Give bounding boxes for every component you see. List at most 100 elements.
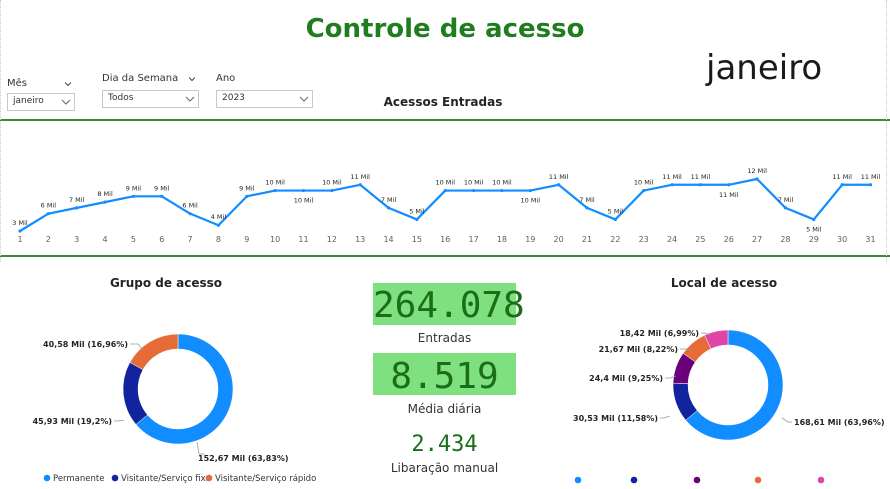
line-point-day-8 [216,223,221,227]
line-point-day-29 [812,217,816,222]
line-data-label-day-16: 10 Mil [435,179,455,187]
x-tick-label-17: 17 [469,235,479,244]
line-point-day-17 [472,188,476,193]
donut-chart-grupo-de-acesso: 152,67 Mil (63,83%) 45,93 Mil (19,2%) 40,5… [33,333,316,484]
x-tick-label-23: 23 [639,235,649,244]
line-data-label-day-4: 8 Mil [97,190,113,198]
line-point-day-22 [613,217,617,222]
line-data-label-day-12: 10 Mil [322,179,342,187]
line-data-label-day-2: 6 Mil [41,202,57,210]
line-point-day-21 [585,206,589,210]
x-tick-label-8: 8 [216,235,221,244]
x-tick-label-6: 6 [159,235,164,244]
x-tick-label-1: 1 [17,235,22,244]
line-point-day-1 [18,229,22,233]
line-data-label-day-5: 9 Mil [126,184,142,192]
section-divider-top [0,119,890,121]
filter-mes-label: Mês [7,78,27,89]
line-data-label-day-31: 11 Mil [861,173,881,181]
line-data-label-day-10: 10 Mil [265,179,285,187]
kpi-liberacao-value: 2.434 [411,432,478,457]
line-point-day-2 [46,212,50,216]
legend-label-1: Visitante/Serviço fixo [121,474,211,484]
kpi-entradas-value: 264.078 [373,285,525,326]
line-data-label-day-8: 4 Mil [211,213,227,221]
x-tick-label-27: 27 [752,235,762,244]
line-data-label-day-17: 10 Mil [464,179,484,187]
line-point-day-18 [500,188,504,193]
line-point-day-15 [415,217,419,222]
donut-leader-line-1 [660,415,671,419]
x-tick-label-24: 24 [667,235,677,244]
x-tick-label-21: 21 [582,235,592,244]
kpi-liberacao-caption: Libaração manual [390,461,499,475]
line-point-day-7 [188,212,192,216]
x-tick-label-12: 12 [327,235,337,244]
line-chart-acessos-entradas: 3 Mil 1 6 Mil 2 7 Mil 3 8 Mil 4 9 Mil 5 9 Mil 6 6 Mi… [12,167,881,244]
line-point-day-26 [727,183,731,187]
donut-slice-1 [122,362,148,425]
x-tick-label-18: 18 [497,235,507,244]
donut-data-label-1: 30,53 Mil (11,58%) [573,414,658,423]
line-point-day-30 [840,183,844,187]
chevron-down-icon[interactable] [188,75,196,83]
line-data-label-day-6: 9 Mil [154,184,170,192]
line-data-label-day-23: 10 Mil [634,179,654,187]
filter-ano-label: Ano [216,73,236,84]
donut-leader-line-0 [781,417,792,423]
chevron-down-icon[interactable] [64,80,72,88]
line-point-day-20 [557,183,561,187]
selected-month-display: janeiro [706,48,823,88]
kpi-media-diaria-caption: Média diária [407,402,482,416]
line-chart-title: Acessos Entradas [383,95,503,109]
line-data-label-day-14: 7 Mil [381,196,397,204]
line-data-label-day-22: 5 Mil [608,207,624,215]
line-point-day-9 [245,194,249,198]
line-point-day-31 [868,183,873,187]
line-data-label-day-21: 7 Mil [579,196,595,204]
line-data-label-day-26: 11 Mil [719,191,739,199]
line-point-day-4 [103,200,107,204]
line-point-day-12 [330,188,334,193]
line-point-day-27 [755,177,759,181]
line-point-day-28 [783,206,788,210]
line-data-label-day-27: 12 Mil [747,167,767,175]
line-point-day-23 [642,188,646,193]
x-tick-label-19: 19 [525,235,535,244]
x-tick-label-4: 4 [103,235,108,244]
legend-marker-1 [111,474,119,482]
x-tick-label-31: 31 [865,235,875,244]
legend-marker-3 [754,476,762,484]
line-data-label-day-25: 11 Mil [691,173,711,181]
x-tick-label-22: 22 [610,235,620,244]
line-data-label-day-11: 10 Mil [294,197,314,205]
legend-label-0: Permanente [53,474,104,484]
line-point-day-19 [528,188,532,193]
local-chart-title: Local de acesso [670,276,778,290]
line-data-label-day-19: 10 Mil [521,197,541,205]
page-title: Controle de acesso [305,14,585,44]
kpi-media-diaria-value: 8.519 [390,356,499,397]
x-tick-label-26: 26 [724,235,734,244]
line-point-day-5 [131,194,135,198]
line-data-label-day-9: 9 Mil [239,184,255,192]
x-tick-label-3: 3 [74,235,79,244]
grupo-chart-title: Grupo de acesso [109,276,223,290]
line-point-day-13 [358,183,362,187]
legend-marker-0 [43,474,51,482]
line-data-label-day-1: 3 Mil [12,219,28,227]
kpi-entradas-caption: Entradas [417,331,472,345]
line-data-label-day-30: 11 Mil [832,173,852,181]
donut-leader-line-1 [114,419,125,422]
legend-marker-2 [693,476,701,484]
donut-data-label-2: 40,58 Mil (16,96%) [43,340,128,349]
donut-data-label-1: 45,93 Mil (19,2%) [33,417,112,426]
donut-data-label-2: 24,4 Mil (9,25%) [589,374,663,383]
line-data-label-day-24: 11 Mil [662,173,682,181]
section-divider-middle [0,255,890,257]
x-tick-label-25: 25 [695,235,705,244]
line-point-day-25 [698,183,703,187]
x-tick-label-14: 14 [383,235,393,244]
line-data-label-day-7: 6 Mil [182,202,198,210]
legend-marker-0 [574,476,582,484]
